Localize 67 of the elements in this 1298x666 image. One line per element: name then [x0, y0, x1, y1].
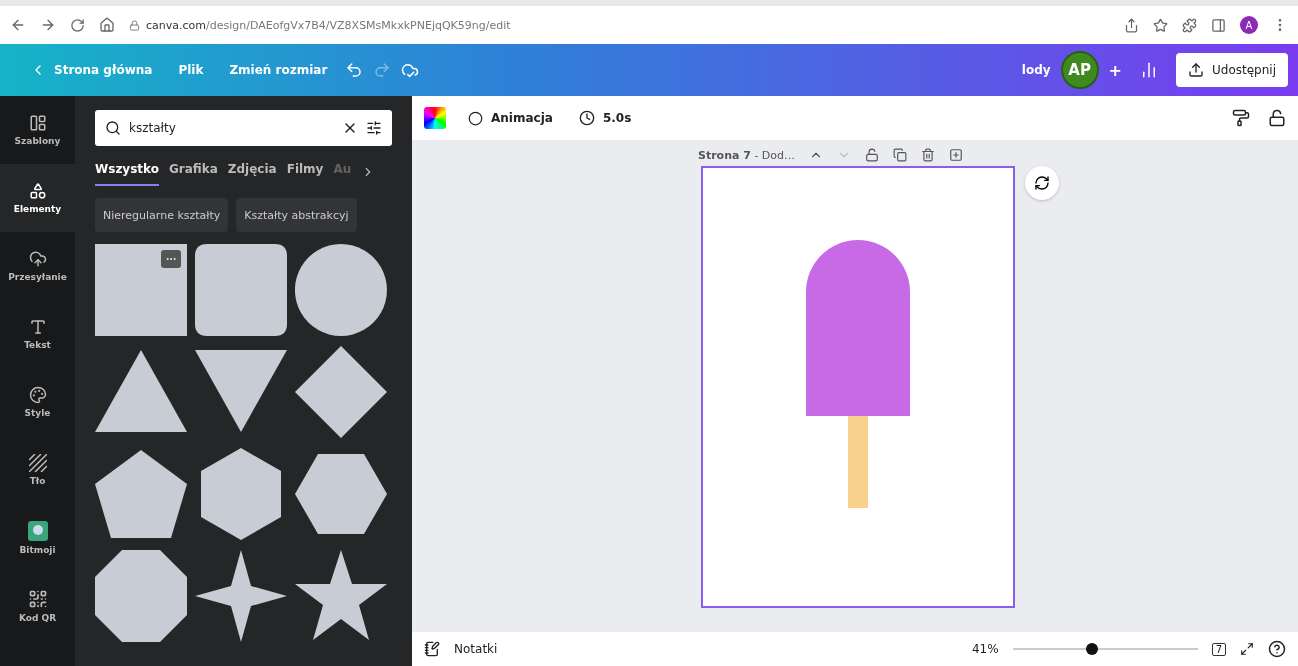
shapes-icon: [28, 182, 47, 200]
lock-icon[interactable]: [1268, 109, 1286, 127]
add-page-icon: [949, 148, 964, 162]
upload-icon: [1188, 62, 1204, 78]
upload-icon: [28, 250, 47, 268]
bookmark-star-icon[interactable]: [1153, 17, 1168, 33]
category-tab[interactable]: Zdjęcia: [227, 158, 277, 186]
category-tab[interactable]: Filmy: [286, 158, 324, 186]
forward-icon[interactable]: [40, 17, 56, 33]
address-bar[interactable]: canva.com/design/DAEofgVx7B4/VZ8XSMsMkxkPNEjqQK59ng/edit: [146, 18, 511, 32]
cloud-icon[interactable]: [401, 61, 420, 79]
animation-button[interactable]: Animacja: [464, 106, 557, 130]
zoom-percent: 41%: [971, 642, 999, 656]
puzzle-icon[interactable]: [1182, 17, 1197, 33]
filter-icon: [366, 120, 382, 136]
text-icon: [28, 318, 47, 336]
page-title[interactable]: Strona 7 - Dod…: [698, 148, 796, 162]
plus-label[interactable]: +: [1108, 60, 1122, 80]
fullscreen-icon[interactable]: [1240, 642, 1254, 656]
refresh-icon: [1034, 175, 1050, 191]
back-icon[interactable]: [10, 17, 26, 33]
rail-item[interactable]: Przesyłanie: [0, 232, 75, 300]
rail-item[interactable]: Elementy: [0, 164, 75, 232]
palette-icon: [28, 386, 47, 404]
rail-item[interactable]: Tekst: [0, 300, 75, 368]
reload-icon[interactable]: [70, 17, 85, 33]
notes-icon: [424, 641, 440, 657]
design-page[interactable]: [701, 166, 1015, 608]
clock-icon: [578, 110, 595, 126]
design-name[interactable]: lody: [1021, 63, 1051, 77]
share-button[interactable]: Udostępnij: [1176, 53, 1288, 87]
unlock-icon: [865, 148, 880, 162]
notes-label[interactable]: Notatki: [454, 642, 498, 656]
rail-item[interactable]: Style: [0, 368, 75, 436]
help-icon[interactable]: [1268, 640, 1286, 658]
filter-chip[interactable]: Nieregularne kształty: [95, 198, 229, 232]
page-count[interactable]: 7: [1211, 642, 1226, 656]
paint-roller-icon[interactable]: [1232, 109, 1250, 127]
side-panel-icon[interactable]: [1211, 17, 1226, 33]
bitmoji-icon: [27, 521, 48, 541]
filter-chip[interactable]: Kształty abstrakcyj: [236, 198, 357, 232]
slider-thumb[interactable]: [1086, 643, 1099, 655]
layout-icon: [28, 114, 47, 132]
undo-icon[interactable]: [345, 61, 364, 79]
home-icon[interactable]: [99, 17, 115, 33]
trash-icon: [921, 148, 936, 162]
share-icon: [1124, 17, 1139, 33]
category-tab[interactable]: Grafika: [168, 158, 218, 186]
category-tab[interactable]: Wszystko: [95, 158, 159, 186]
rail-item[interactable]: Tło: [0, 436, 75, 504]
rail-item[interactable]: Kod QR: [0, 572, 75, 640]
color-picker[interactable]: [424, 107, 446, 129]
animation-icon: [468, 110, 483, 126]
duration-button[interactable]: 5.0s: [574, 106, 636, 130]
rail-item[interactable]: Szablony: [0, 96, 75, 164]
profile-avatar[interactable]: A: [1240, 16, 1258, 34]
copy-icon: [893, 148, 908, 162]
search-icon: [105, 120, 121, 136]
qr-code-icon: [27, 589, 48, 609]
rail-item[interactable]: Bitmoji: [0, 504, 75, 572]
more-button[interactable]: [161, 250, 181, 268]
search-field[interactable]: kształty: [95, 110, 392, 146]
refresh-button[interactable]: [1025, 166, 1059, 200]
user-avatar[interactable]: AP: [1060, 51, 1099, 89]
chart-icon[interactable]: [1140, 61, 1158, 79]
lock-icon: [129, 19, 140, 31]
hatch-icon: [28, 454, 47, 472]
